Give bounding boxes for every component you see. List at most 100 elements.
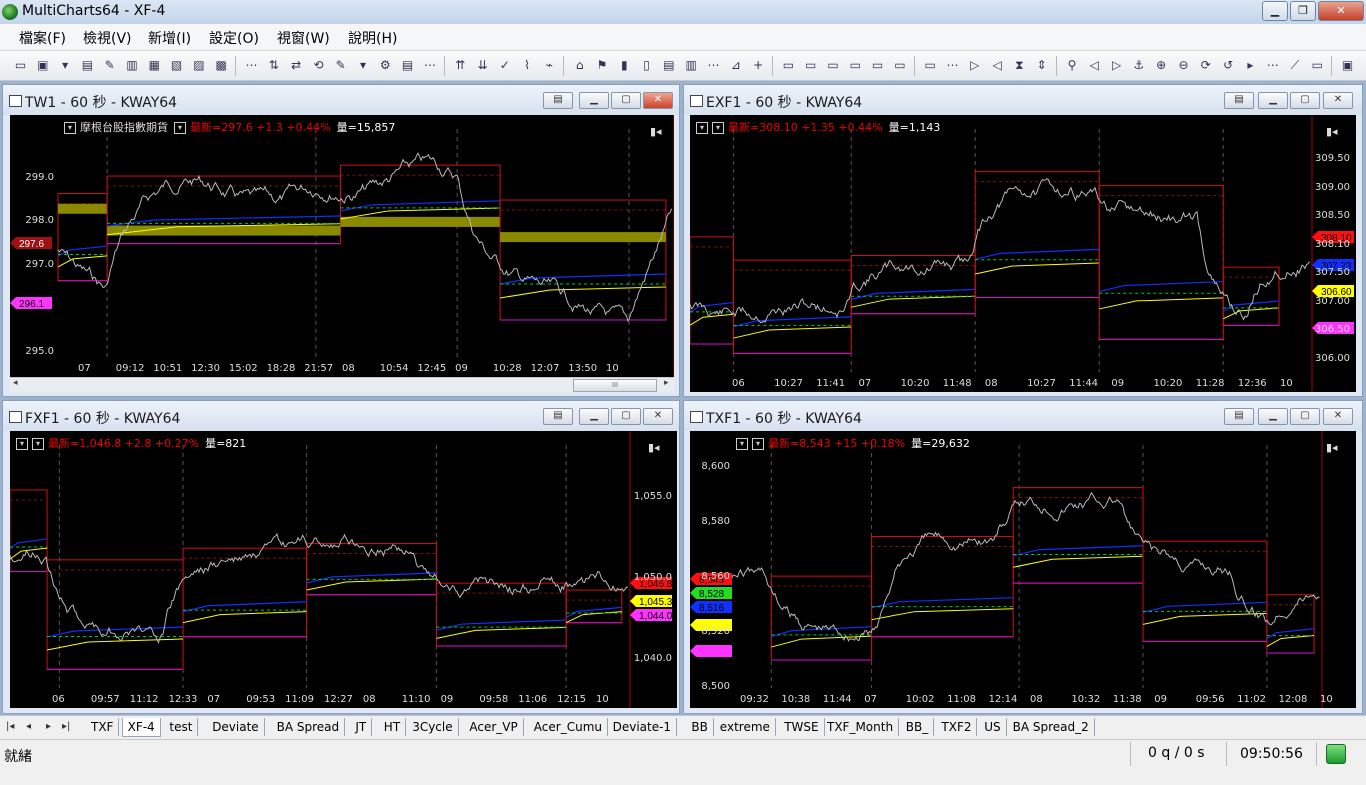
- first-tab-icon[interactable]: |◂: [6, 721, 14, 732]
- chart-window-fxf1[interactable]: FXF1 - 60 秒 - KWAY64 ▤ ▁ ▢ ✕ 1,046.8 1,04…: [2, 400, 680, 714]
- sheet-tab-us[interactable]: US: [979, 718, 1007, 736]
- sheet-tab-extreme[interactable]: extreme: [715, 718, 776, 736]
- sheet-tab-test[interactable]: test: [164, 718, 199, 736]
- chart-window-exf1[interactable]: EXF1 - 60 秒 - KWAY64 ▤ ▁ ▢ ✕ 308.10 307.2…: [683, 84, 1363, 397]
- sheet-tab-txf-month[interactable]: TXF_Month: [822, 718, 900, 736]
- scroll-thumb[interactable]: III: [573, 379, 657, 392]
- sheet-tab-deviate-1[interactable]: Deviate-1: [608, 718, 678, 736]
- chart-format-button[interactable]: ▤: [1224, 408, 1254, 425]
- toolbar-tool-55-icon[interactable]: ⟋: [1287, 57, 1304, 74]
- toolbar-tool-16-icon[interactable]: ⚙: [377, 57, 394, 74]
- dropdown-icon[interactable]: ▾: [752, 438, 764, 450]
- chart-maximize-button[interactable]: ▢: [1290, 408, 1320, 425]
- sheet-tab-ba-spread[interactable]: BA Spread: [272, 718, 346, 736]
- next-tab-icon[interactable]: ▸: [46, 721, 51, 732]
- toolbar-tool-57-icon[interactable]: ▣: [1339, 57, 1356, 74]
- close-button[interactable]: ✕: [1318, 1, 1364, 21]
- toolbar-tool-20-icon[interactable]: ⇊: [474, 57, 491, 74]
- sheet-tab-bb[interactable]: BB: [686, 718, 714, 736]
- sheet-tab-txf[interactable]: TXF: [86, 718, 120, 736]
- sheet-tab-bb-[interactable]: BB_: [901, 718, 935, 736]
- chart-minimize-button[interactable]: ▁: [579, 408, 609, 425]
- toolbar-new-icon[interactable]: ▭: [12, 57, 29, 74]
- prev-tab-icon[interactable]: ◂: [26, 721, 31, 732]
- toolbar-tool-38-icon[interactable]: ▭: [891, 57, 908, 74]
- dropdown-icon[interactable]: ▾: [696, 122, 708, 134]
- toolbar-tool-28-icon[interactable]: ▤: [660, 57, 677, 74]
- toolbar-tool-30-icon[interactable]: ⋯: [705, 57, 722, 74]
- toolbar-tool-13-icon[interactable]: ⟲: [310, 57, 327, 74]
- dropdown-icon[interactable]: ▾: [712, 122, 724, 134]
- sheet-tab-3cycle[interactable]: 3Cycle: [407, 718, 459, 736]
- chart-minimize-button[interactable]: ▁: [1258, 408, 1288, 425]
- toolbar-tool-12-icon[interactable]: ⇄: [288, 57, 305, 74]
- toolbar-tool-35-icon[interactable]: ▭: [825, 57, 842, 74]
- toolbar-tool-50-icon[interactable]: ⊖: [1175, 57, 1192, 74]
- toolbar-tool-31-icon[interactable]: ⊿: [727, 57, 744, 74]
- menu-file[interactable]: 檔案(F): [19, 28, 66, 48]
- dropdown-icon[interactable]: ▾: [16, 438, 28, 450]
- toolbar-tool-21-icon[interactable]: ✓: [496, 57, 513, 74]
- toolbar-tool-37-icon[interactable]: ▭: [869, 57, 886, 74]
- dropdown-icon[interactable]: ▾: [32, 438, 44, 450]
- toolbar-ws2-icon[interactable]: ▦: [146, 57, 163, 74]
- toolbar-tool-18-icon[interactable]: ⋯: [421, 57, 438, 74]
- toolbar-edit-icon[interactable]: ✎: [101, 57, 118, 74]
- sheet-tab-xf-4[interactable]: XF-4: [121, 718, 161, 737]
- scroll-right-icon[interactable]: ▸: [664, 378, 669, 388]
- toolbar-tool-33-icon[interactable]: ▭: [780, 57, 797, 74]
- toolbar-ws1-icon[interactable]: ▥: [124, 57, 141, 74]
- toolbar-tool-45-icon[interactable]: ⚲: [1064, 57, 1081, 74]
- scale-toggle-icon[interactable]: ▮◂: [648, 441, 660, 454]
- sheet-tab-acer-cumu[interactable]: Acer_Cumu: [529, 718, 608, 736]
- toolbar-tool-41-icon[interactable]: ▷: [966, 57, 983, 74]
- sheet-tab-deviate[interactable]: Deviate: [207, 718, 265, 736]
- toolbar-dropdown-icon[interactable]: ▾: [57, 57, 74, 74]
- toolbar-tool-43-icon[interactable]: ⧗: [1011, 57, 1028, 74]
- toolbar-ws5-icon[interactable]: ▩: [213, 57, 230, 74]
- chart-window-txf1[interactable]: TXF1 - 60 秒 - KWAY64 ▤ ▁ ▢ ✕ 8,543 8,528 8…: [683, 400, 1363, 714]
- toolbar-tool-53-icon[interactable]: ▸: [1242, 57, 1259, 74]
- toolbar-tool-40-icon[interactable]: ⋯: [944, 57, 961, 74]
- toolbar-tool-46-icon[interactable]: ◁: [1086, 57, 1103, 74]
- toolbar-tool-22-icon[interactable]: ⌇: [519, 57, 536, 74]
- menu-settings[interactable]: 設定(O): [209, 28, 259, 48]
- chart-close-button[interactable]: ✕: [643, 92, 673, 109]
- chart-maximize-button[interactable]: ▢: [611, 92, 641, 109]
- chart-minimize-button[interactable]: ▁: [1258, 92, 1288, 109]
- chart-window-header[interactable]: FXF1 - 60 秒 - KWAY64 ▤ ▁ ▢ ✕: [3, 401, 679, 431]
- toolbar-tool-52-icon[interactable]: ↺: [1220, 57, 1237, 74]
- toolbar-tool-25-icon[interactable]: ⚑: [594, 57, 611, 74]
- chart-plot-tw1[interactable]: 297.6 296.1 ▾ 摩根台股指數期貨 ▾ 最新=297.6 +1.3 +0.44…: [10, 115, 674, 377]
- chart-format-button[interactable]: ▤: [543, 408, 573, 425]
- scale-toggle-icon[interactable]: ▮◂: [650, 125, 662, 138]
- toolbar-tool-26-icon[interactable]: ▮: [616, 57, 633, 74]
- toolbar-tool-34-icon[interactable]: ▭: [802, 57, 819, 74]
- toolbar-tool-27-icon[interactable]: ▯: [638, 57, 655, 74]
- toolbar-tool-29-icon[interactable]: ▥: [683, 57, 700, 74]
- toolbar-tool-48-icon[interactable]: ⚓: [1130, 57, 1147, 74]
- toolbar-open-icon[interactable]: ▣: [34, 57, 51, 74]
- toolbar-tool-32-icon[interactable]: +: [750, 57, 767, 74]
- chart-plot-fxf1[interactable]: 1,046.8 1,045.3 1,044.0 ▾ ▾ 最新=1,046.8 +2.8 …: [10, 431, 677, 708]
- sheet-tab-twse[interactable]: TWSE: [779, 718, 825, 736]
- chart-minimize-button[interactable]: ▁: [579, 92, 609, 109]
- toolbar-tool-54-icon[interactable]: ⋯: [1264, 57, 1281, 74]
- toolbar-tool-17-icon[interactable]: ▤: [399, 57, 416, 74]
- minimize-button[interactable]: ▁: [1262, 1, 1288, 21]
- scale-toggle-icon[interactable]: ▮◂: [1326, 441, 1338, 454]
- chart-window-header[interactable]: EXF1 - 60 秒 - KWAY64 ▤ ▁ ▢ ✕: [684, 85, 1362, 115]
- toolbar-tool-56-icon[interactable]: ▭: [1309, 57, 1326, 74]
- sheet-tab-ba-spread-2[interactable]: BA Spread_2: [1008, 718, 1095, 736]
- toolbar-tool-51-icon[interactable]: ⟳: [1197, 57, 1214, 74]
- sheet-tab-jt[interactable]: JT: [350, 718, 373, 736]
- chart-window-tw1[interactable]: TW1 - 60 秒 - KWAY64 ▤ ▁ ▢ ✕ 297.6 296.1 ▾…: [2, 84, 680, 397]
- chart-plot-exf1[interactable]: 308.10 307.23 306.60 ▾ ▾ 最新=308.10 +1.35 +0.…: [690, 115, 1356, 392]
- sheet-tab-txf2[interactable]: TXF2: [936, 718, 978, 736]
- chart-maximize-button[interactable]: ▢: [611, 408, 641, 425]
- menu-insert[interactable]: 新增(I): [148, 28, 191, 48]
- dropdown-icon[interactable]: ▾: [64, 122, 76, 134]
- chart-window-header[interactable]: TW1 - 60 秒 - KWAY64 ▤ ▁ ▢ ✕: [3, 85, 679, 115]
- menu-view[interactable]: 檢視(V): [83, 28, 132, 48]
- toolbar-tool-23-icon[interactable]: ⌁: [541, 57, 558, 74]
